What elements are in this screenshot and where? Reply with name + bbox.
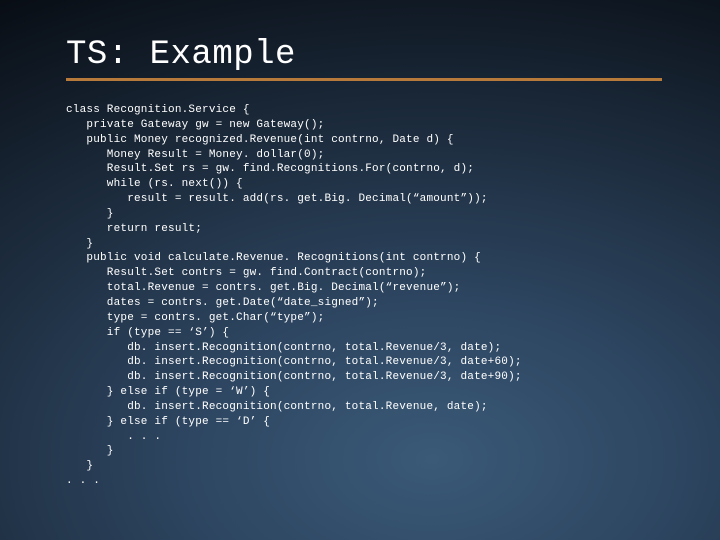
- slide-title: TS: Example: [66, 36, 662, 74]
- slide-inner: TS: Example class Recognition.Service { …: [14, 14, 706, 526]
- slide: TS: Example class Recognition.Service { …: [0, 0, 720, 540]
- code-block: class Recognition.Service { private Gate…: [66, 103, 662, 489]
- title-rule: [66, 78, 662, 81]
